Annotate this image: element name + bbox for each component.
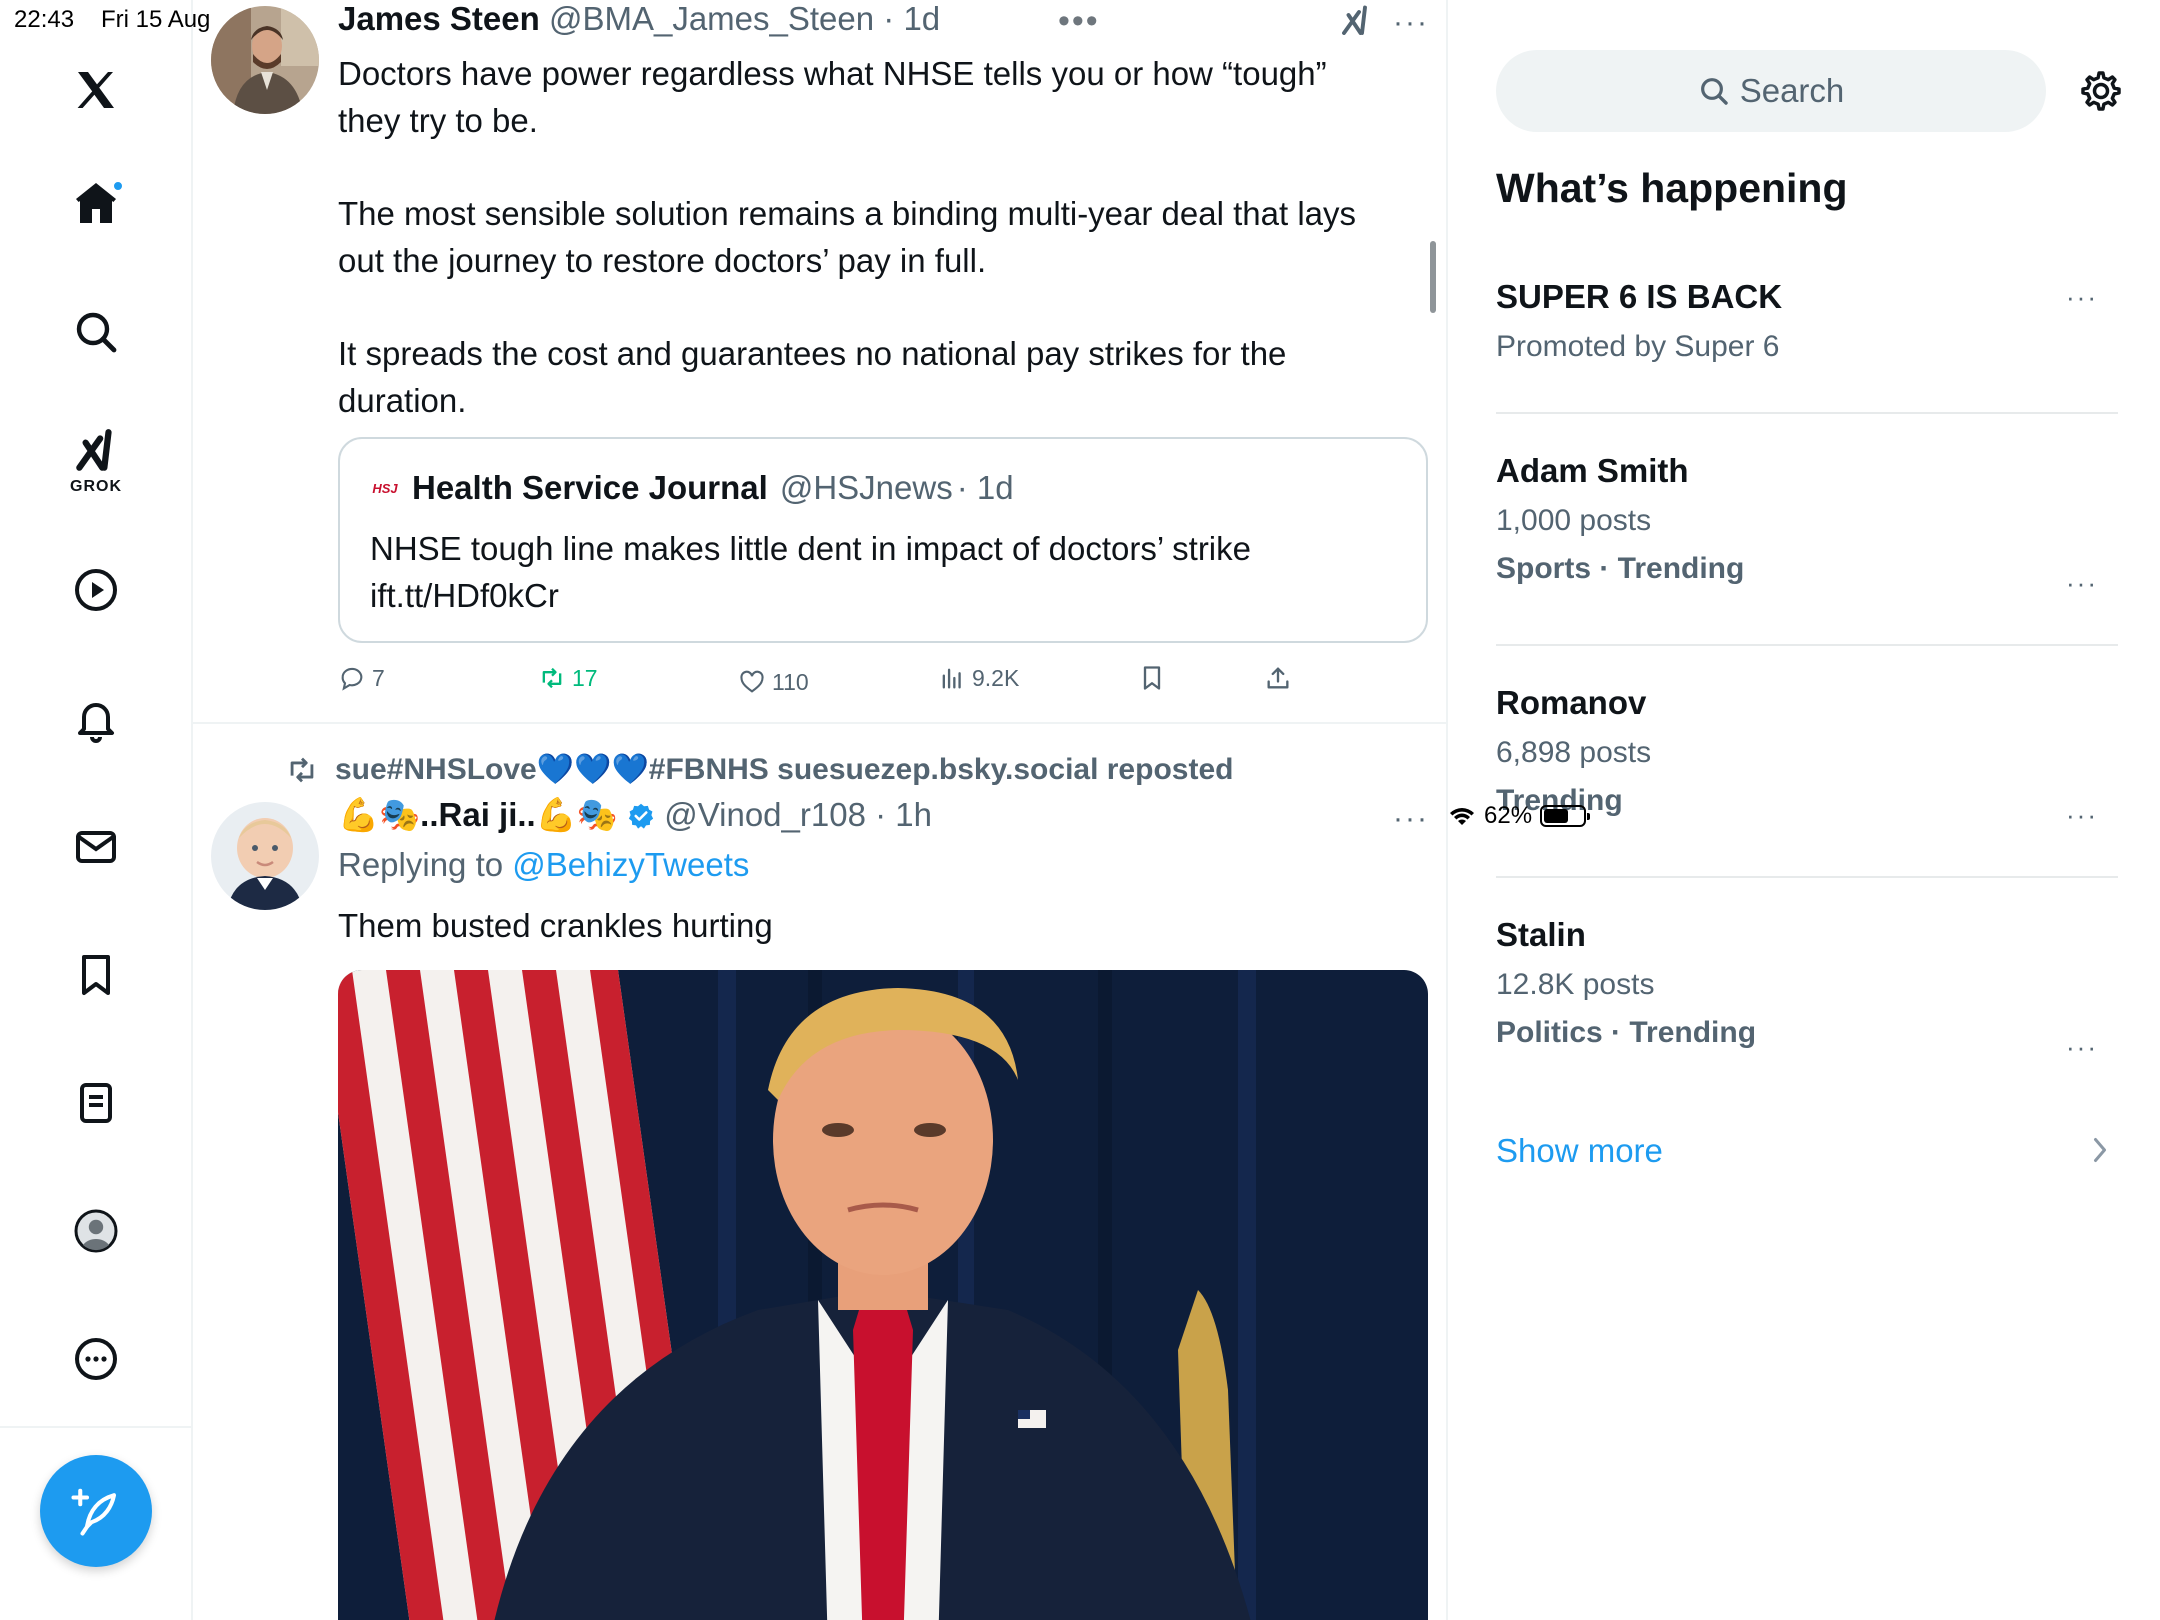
tweet-more-icon[interactable]: ···	[1393, 802, 1429, 836]
wifi-icon	[1450, 808, 1474, 825]
reply-button[interactable]: 7	[338, 664, 385, 692]
portrait-photo	[338, 970, 1428, 1620]
repost-context: sue#NHSLove💙💙💙#FBNHS suesuezep.bsky.soci…	[285, 752, 1233, 787]
x-logo-svg	[77, 72, 114, 108]
repost-icon	[542, 667, 562, 689]
quote-header: HSJ Health Service Journal @HSJnews · 1d	[370, 469, 1014, 507]
status-bar: 22:43 Fri 15 Aug 62%	[0, 0, 2160, 829]
like-button[interactable]: 110	[738, 668, 809, 696]
scrollbar[interactable]	[1430, 241, 1436, 313]
tweet-paragraph: Doctors have power regardless what NHSE …	[338, 55, 1327, 139]
tweet-text: Them busted crankles hurting	[338, 907, 773, 944]
verified-badge-icon	[628, 803, 654, 829]
like-icon	[740, 670, 764, 693]
views-icon	[942, 668, 961, 689]
like-count: 110	[772, 668, 809, 695]
reposted-by[interactable]: sue#NHSLove💙💙💙#FBNHS suesuezep.bsky.soci…	[335, 752, 1233, 787]
compose-icon	[71, 1488, 117, 1536]
bookmark-icon	[1143, 666, 1161, 690]
notifications-icon[interactable]	[56, 679, 136, 759]
quote-time: · 1d	[956, 469, 1014, 506]
quote-author-handle: @HSJnews	[779, 469, 953, 506]
tweet-time[interactable]: · 1h	[875, 796, 932, 833]
status-date: Fri 15 Aug	[101, 6, 211, 33]
repost-button[interactable]: 17	[538, 664, 598, 692]
reply-icon	[341, 667, 363, 691]
bookmark-button[interactable]	[1138, 664, 1166, 692]
tweet-actions: 7 17 110 9.2K	[338, 664, 1338, 704]
quote-text: NHSE tough line makes little dent in imp…	[370, 530, 1251, 614]
views-button[interactable]: 9.2K	[938, 664, 1019, 692]
share-button[interactable]	[1264, 664, 1292, 692]
lists-icon[interactable]	[56, 1063, 136, 1143]
timeline: James Steen @BMA_James_Steen · 1d ••• ··…	[193, 0, 1448, 1620]
bookmarks-icon[interactable]	[56, 935, 136, 1015]
tweet-paragraph: It spreads the cost and guarantees no na…	[338, 335, 1287, 419]
tweet-paragraph: The most sensible solution remains a bin…	[338, 195, 1357, 279]
profile-icon[interactable]	[56, 1191, 136, 1271]
share-icon	[1267, 667, 1289, 689]
messages-icon[interactable]	[56, 807, 136, 887]
nav-divider	[0, 1426, 193, 1428]
compose-button[interactable]	[40, 1455, 152, 1567]
avatar[interactable]	[211, 802, 319, 910]
author-handle[interactable]: @Vinod_r108	[664, 796, 866, 833]
reply-count: 7	[372, 664, 385, 691]
repost-icon	[290, 757, 314, 782]
tweet-divider	[193, 722, 1446, 724]
video-icon[interactable]	[56, 550, 136, 630]
tweet-media-image[interactable]	[338, 970, 1428, 1620]
reply-target-handle[interactable]: @BehizyTweets	[512, 846, 749, 883]
search-icon[interactable]	[56, 292, 136, 372]
views-count: 9.2K	[972, 664, 1020, 691]
author-name[interactable]: 💪🎭..Rai ji..💪🎭	[338, 796, 618, 833]
home-notification-dot	[112, 180, 124, 192]
replying-label: Replying to	[338, 846, 504, 883]
status-right: 62%	[1448, 6, 2160, 1620]
hsj-logo: HSJ	[370, 479, 400, 497]
more-icon[interactable]	[56, 1319, 136, 1399]
repost-count: 17	[572, 664, 598, 691]
replying-to: Replying to @BehizyTweets	[338, 846, 749, 884]
x-logo-icon[interactable]	[56, 50, 136, 130]
quote-author-name: Health Service Journal	[412, 469, 768, 506]
tweet-body: Doctors have power regardless what NHSE …	[338, 50, 1398, 424]
battery-icon	[1540, 805, 1591, 827]
tweet-header: 💪🎭..Rai ji..💪🎭 @Vinod_r108 · 1h	[338, 796, 932, 835]
quote-tweet[interactable]: HSJ Health Service Journal @HSJnews · 1d…	[338, 437, 1428, 643]
avatar-photo	[211, 802, 319, 910]
home-icon[interactable]	[56, 163, 136, 243]
left-nav: GROK	[0, 0, 193, 1620]
battery-percent: 62%	[1484, 802, 1533, 829]
grok-icon[interactable]: GROK	[56, 420, 136, 500]
grok-label: GROK	[70, 478, 122, 495]
status-time: 22:43	[14, 6, 75, 33]
